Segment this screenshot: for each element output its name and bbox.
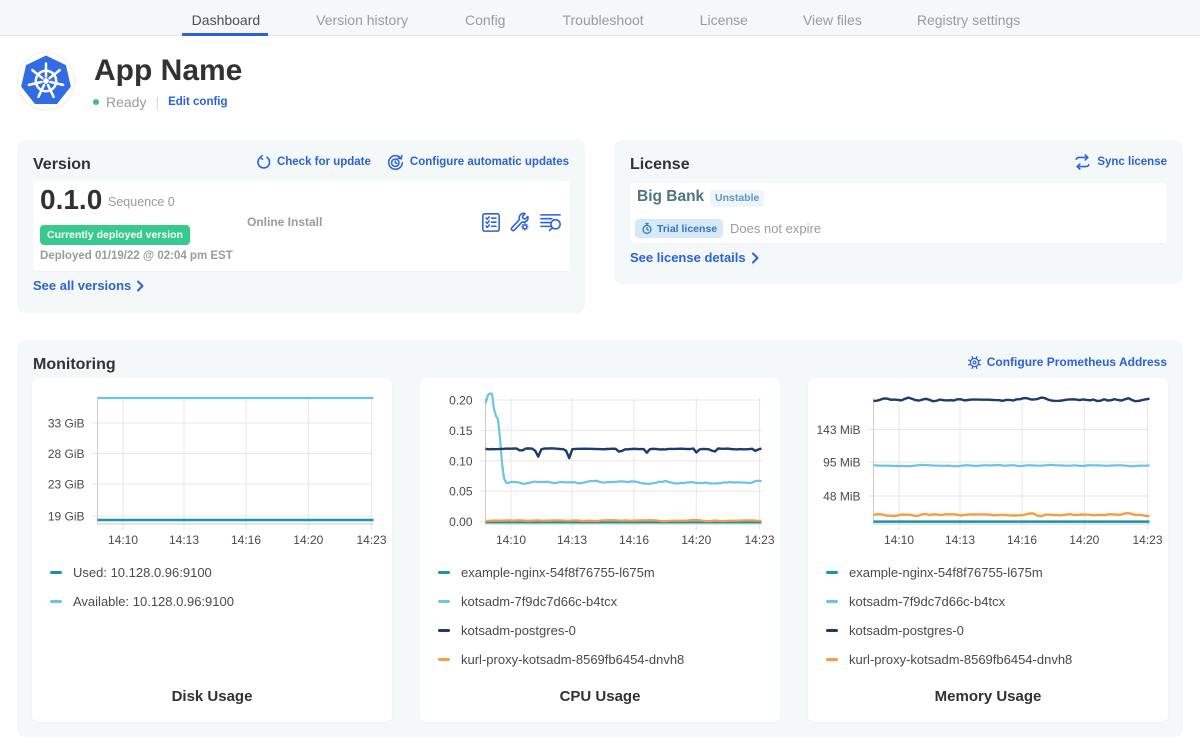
svg-text:14:20: 14:20: [681, 533, 711, 547]
svg-text:0.05: 0.05: [449, 485, 473, 499]
svg-text:14:23: 14:23: [356, 533, 386, 547]
svg-text:0.00: 0.00: [449, 515, 473, 529]
svg-text:14:16: 14:16: [231, 533, 261, 547]
svg-text:19 GiB: 19 GiB: [48, 510, 85, 524]
svg-text:0.15: 0.15: [449, 424, 473, 438]
svg-text:23 GiB: 23 GiB: [48, 478, 85, 492]
svg-text:14:20: 14:20: [293, 533, 323, 547]
svg-text:0.20: 0.20: [449, 394, 473, 408]
svg-text:14:16: 14:16: [619, 533, 649, 547]
svg-text:143 MiB: 143 MiB: [816, 423, 860, 437]
svg-text:14:13: 14:13: [169, 533, 199, 547]
svg-text:14:20: 14:20: [1069, 533, 1099, 547]
svg-text:14:10: 14:10: [884, 533, 914, 547]
svg-text:28 GiB: 28 GiB: [48, 447, 85, 461]
svg-text:33 GiB: 33 GiB: [48, 417, 85, 431]
svg-text:14:13: 14:13: [945, 533, 975, 547]
svg-text:14:10: 14:10: [496, 533, 526, 547]
svg-text:14:13: 14:13: [557, 533, 587, 547]
svg-text:48 MiB: 48 MiB: [823, 490, 860, 504]
svg-text:0.10: 0.10: [449, 454, 473, 468]
svg-text:14:10: 14:10: [108, 533, 138, 547]
svg-text:14:23: 14:23: [1132, 533, 1162, 547]
svg-text:95 MiB: 95 MiB: [823, 456, 860, 470]
svg-text:14:23: 14:23: [744, 533, 774, 547]
svg-text:14:16: 14:16: [1007, 533, 1037, 547]
